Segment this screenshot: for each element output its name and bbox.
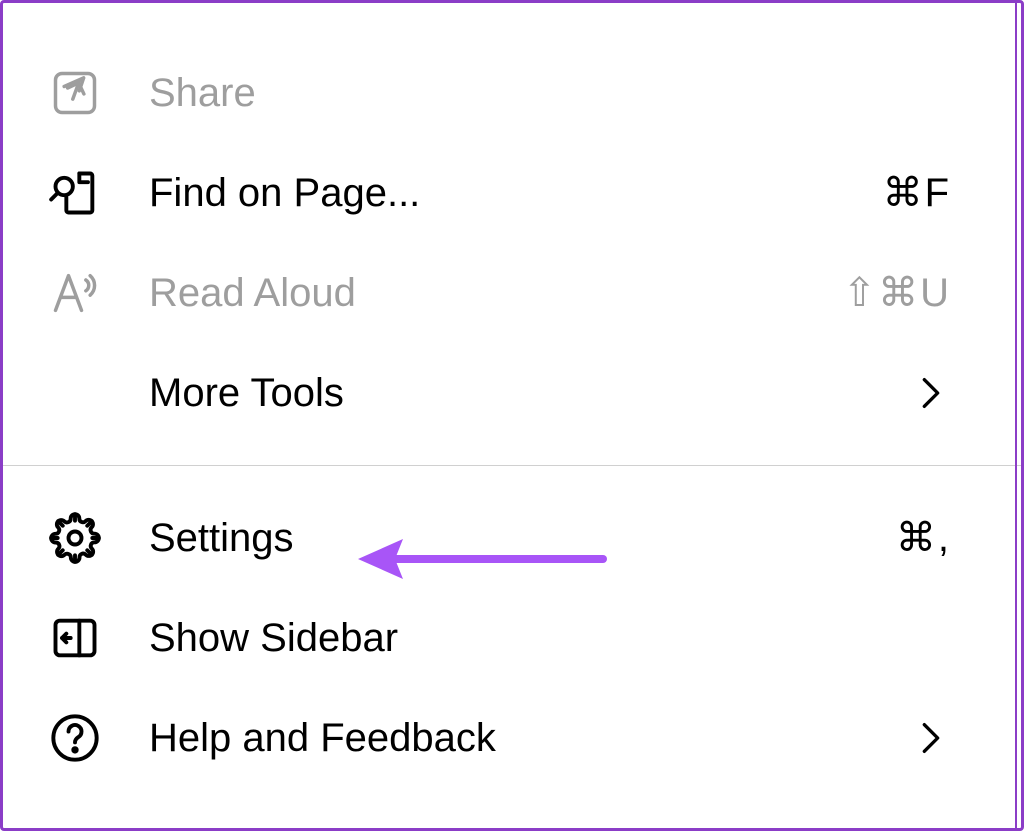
keyboard-shortcut: ⌘,: [896, 515, 951, 561]
menu-item-more-tools[interactable]: More Tools: [3, 343, 1021, 443]
chevron-right-icon: [921, 720, 941, 756]
context-menu: Share Find on Page... ⌘F Read Aloud ⇧⌘U …: [0, 0, 1024, 831]
keyboard-shortcut: ⇧⌘U: [843, 270, 951, 316]
sidebar-icon: [49, 612, 101, 664]
chevron-right-icon: [921, 375, 941, 411]
gear-icon: [49, 512, 101, 564]
menu-divider: [3, 465, 1021, 466]
menu-item-read-aloud: Read Aloud ⇧⌘U: [3, 243, 1021, 343]
find-on-page-icon: [49, 167, 101, 219]
menu-item-share: Share: [3, 43, 1021, 143]
menu-item-label: Find on Page...: [149, 171, 883, 216]
menu-item-label: Help and Feedback: [149, 716, 921, 761]
read-aloud-icon: [49, 267, 101, 319]
help-icon: [49, 712, 101, 764]
empty-icon-slot: [49, 367, 101, 419]
menu-item-settings[interactable]: Settings ⌘,: [3, 488, 1021, 588]
menu-item-label: Share: [149, 71, 991, 116]
menu-item-find-on-page[interactable]: Find on Page... ⌘F: [3, 143, 1021, 243]
share-icon: [49, 67, 101, 119]
menu-item-help-and-feedback[interactable]: Help and Feedback: [3, 688, 1021, 788]
menu-item-label: Settings: [149, 516, 896, 561]
menu-item-label: Show Sidebar: [149, 616, 991, 661]
menu-item-label: Read Aloud: [149, 271, 843, 316]
keyboard-shortcut: ⌘F: [883, 170, 951, 216]
menu-item-label: More Tools: [149, 371, 921, 416]
menu-item-show-sidebar[interactable]: Show Sidebar: [3, 588, 1021, 688]
